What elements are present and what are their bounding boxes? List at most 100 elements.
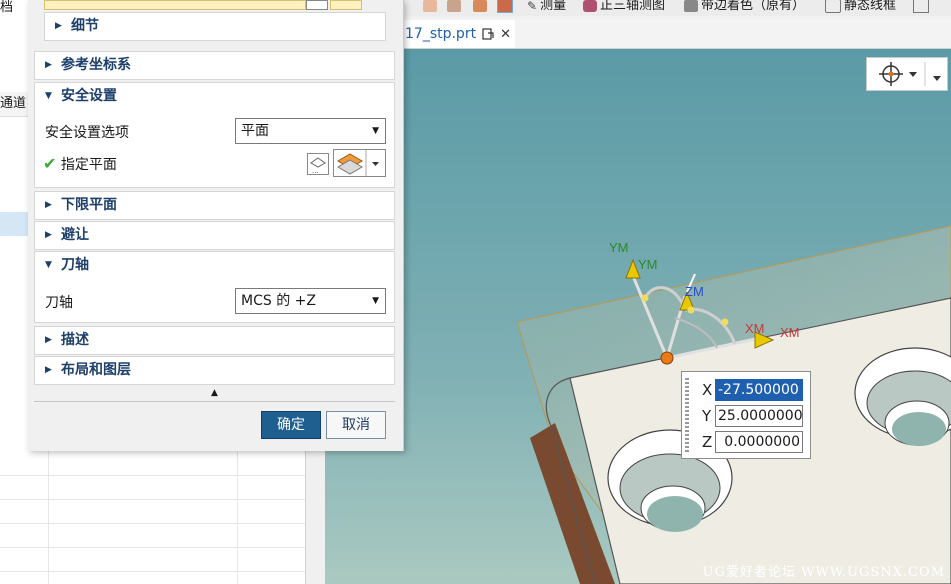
- lower-limit-section[interactable]: ▶ 下限平面: [34, 191, 395, 220]
- origin-handle[interactable]: [660, 351, 674, 365]
- xm-inner-label: XM: [745, 321, 765, 336]
- inferred-plane-dropdown[interactable]: [333, 149, 386, 177]
- layout-layers-header[interactable]: ▶ 布局和图层: [35, 357, 131, 384]
- reference-csys-section[interactable]: ▶ 参考坐标系: [34, 51, 395, 80]
- z-coordinate-label: Z: [702, 433, 713, 451]
- document-icon: [482, 28, 494, 40]
- shade-icon: [473, 0, 487, 12]
- top-field-button[interactable]: [306, 0, 328, 10]
- description-section[interactable]: ▶ 描述: [34, 326, 395, 355]
- description-header[interactable]: ▶ 描述: [35, 327, 89, 354]
- specify-plane-label: 指定平面: [60, 157, 117, 173]
- table-row[interactable]: [0, 499, 305, 524]
- clearance-section: ▼ 安全设置 安全设置选项 平面 ▼ ✔ 指定平面 ...: [34, 82, 395, 188]
- check-icon: ✔: [43, 154, 57, 173]
- x-coordinate-label: X: [702, 381, 713, 399]
- tool-axis-header[interactable]: ▼ 刀轴: [35, 252, 89, 279]
- rotation-handle[interactable]: [687, 306, 695, 314]
- tab-document[interactable]: 17_stp.prt ✕: [403, 20, 515, 48]
- grid-divider: [237, 450, 238, 584]
- measure-button[interactable]: ✎ 测量: [527, 0, 566, 15]
- specify-plane-row: ✔ 指定平面: [43, 154, 117, 174]
- chevron-down-icon: ▼: [45, 260, 52, 270]
- measure-label: 测量: [540, 0, 567, 13]
- table-row[interactable]: [0, 475, 305, 500]
- clearance-option-label: 安全设置选项: [45, 125, 129, 141]
- navigator-column-header[interactable]: 通道: [0, 92, 28, 117]
- graphics-viewport[interactable]: YM YM ZM XM XM: [325, 48, 951, 584]
- reference-csys-header[interactable]: ▶ 参考坐标系: [35, 52, 131, 79]
- ok-button[interactable]: 确定: [261, 411, 321, 439]
- tool-axis-label: 刀轴: [45, 295, 73, 311]
- ym-inner-label: YM: [638, 257, 658, 272]
- plane-dialog-button[interactable]: ...: [307, 153, 329, 175]
- xm-outer-label: XM: [780, 325, 800, 340]
- tab-document-label: 17_stp.prt: [405, 26, 477, 42]
- table-row[interactable]: [0, 451, 305, 476]
- tool-axis-section: ▼ 刀轴 刀轴 MCS 的 +Z ▼: [34, 251, 395, 323]
- avoidance-header[interactable]: ▶ 避让: [35, 222, 89, 249]
- clearance-label: 安全设置: [61, 88, 117, 104]
- top-field-button[interactable]: [330, 0, 362, 10]
- toolbar-icon-button[interactable]: [473, 0, 487, 15]
- navigator-selected-row[interactable]: [0, 212, 28, 236]
- details-label: 细节: [71, 18, 99, 34]
- plane-icon: ...: [310, 157, 326, 175]
- crosshair-icon: [879, 62, 941, 86]
- rotation-handle[interactable]: [641, 294, 649, 302]
- view-icon: [913, 0, 929, 13]
- top-value-field[interactable]: [44, 0, 306, 10]
- lower-limit-label: 下限平面: [61, 197, 117, 213]
- trimetric-icon: [583, 0, 597, 12]
- view-toolbar: ✎ 测量 正三轴测图 带边着色（原有） 静态线框: [403, 0, 951, 16]
- trimetric-label: 正三轴测图: [600, 0, 666, 13]
- layout-layers-label: 布局和图层: [61, 362, 131, 378]
- toolbar-icon-button[interactable]: [423, 0, 437, 15]
- chevron-down-icon: ▼: [372, 126, 379, 136]
- ruler-icon: ✎: [527, 0, 538, 13]
- x-coordinate-field[interactable]: -27.500000: [715, 379, 803, 401]
- collapse-dialog-button[interactable]: ▲: [34, 386, 395, 402]
- view-orientation-widget[interactable]: [866, 57, 948, 91]
- watermark: UG爱好者论坛 WWW.UGSNX.COM: [702, 565, 945, 580]
- reference-csys-label: 参考坐标系: [61, 57, 131, 73]
- trimetric-button[interactable]: 正三轴测图: [583, 0, 665, 15]
- cancel-button[interactable]: 取消: [326, 411, 386, 439]
- clearance-option-value: 平面: [241, 123, 269, 139]
- z-coordinate-field[interactable]: 0.0000000: [715, 431, 803, 453]
- toolbar-icon-button[interactable]: [497, 0, 513, 15]
- rotation-handle[interactable]: [721, 318, 729, 326]
- chevron-right-icon: ▶: [45, 200, 52, 210]
- chevron-right-icon: ▶: [45, 365, 52, 375]
- tool-axis-select[interactable]: MCS 的 +Z ▼: [235, 288, 386, 314]
- lower-limit-header[interactable]: ▶ 下限平面: [35, 192, 117, 219]
- avoidance-section[interactable]: ▶ 避让: [34, 221, 395, 250]
- static-wireframe-button[interactable]: 静态线框: [825, 0, 896, 15]
- chevron-down-icon: ▼: [45, 91, 52, 101]
- details-section[interactable]: ▶ 细节: [44, 12, 386, 41]
- static-wireframe-label: 静态线框: [844, 0, 897, 13]
- description-label: 描述: [61, 332, 89, 348]
- ym-outer-label: YM: [609, 240, 629, 255]
- document-tab-strip: 17_stp.prt ✕: [403, 18, 951, 49]
- chevron-right-icon: ▶: [45, 335, 52, 345]
- table-row[interactable]: [0, 547, 305, 572]
- close-icon[interactable]: ✕: [500, 27, 511, 42]
- clearance-header[interactable]: ▼ 安全设置: [35, 83, 117, 110]
- coordinate-input-box: X -27.500000 Y 25.0000000 Z 0.0000000: [681, 371, 811, 459]
- chevron-right-icon: ▶: [45, 60, 52, 70]
- layout-layers-section[interactable]: ▶ 布局和图层: [34, 356, 395, 385]
- inferred-plane-icon: [337, 150, 379, 176]
- details-header[interactable]: ▶ 细节: [45, 13, 99, 40]
- shaded-with-edges-button[interactable]: 带边着色（原有）: [684, 0, 805, 15]
- y-coordinate-field[interactable]: 25.0000000: [715, 405, 803, 427]
- grid-divider: [48, 450, 49, 584]
- clearance-option-select[interactable]: 平面 ▼: [235, 118, 386, 144]
- drag-grip[interactable]: [685, 378, 689, 452]
- toolbar-icon-button[interactable]: [913, 0, 929, 15]
- chevron-right-icon: ▶: [55, 21, 62, 31]
- table-row[interactable]: [0, 523, 305, 548]
- chevron-up-icon: ▲: [211, 388, 218, 398]
- avoidance-label: 避让: [61, 227, 89, 243]
- toolbar-icon-button[interactable]: [447, 0, 461, 15]
